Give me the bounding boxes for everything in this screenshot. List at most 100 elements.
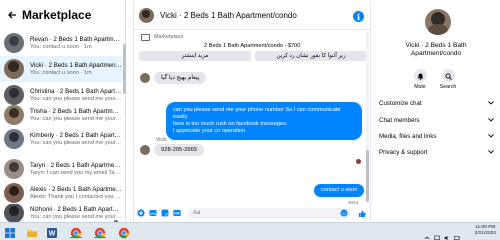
back-arrow-icon[interactable] — [6, 9, 18, 21]
conversation-item[interactable]: Alexis · 2 Beds 1 Bath Apartment/co... A… — [0, 180, 124, 206]
incoming-message-row: پیغام بھیج دیا گیا — [140, 72, 207, 84]
conversation-last-message: You: contact u soon · 1m — [30, 44, 92, 50]
chat-title[interactable]: Vicki · 2 Beds 1 Bath Apartment/condo — [160, 11, 297, 20]
conversation-list-header: Marketplace — [0, 0, 125, 30]
conversation-name: Kimberly · 2 Beds 1 Bath Apartment/... — [30, 132, 122, 139]
outgoing-message-row: contact u soon — [314, 184, 365, 197]
message-input[interactable] — [189, 207, 350, 219]
profile-avatar[interactable] — [425, 9, 451, 35]
chat-header: Vicki · 2 Beds 1 Bath Apartment/condo i — [134, 2, 370, 30]
mute-button[interactable]: Mute — [408, 69, 432, 90]
conversation-item[interactable]: Trisha · 2 Beds 1 Bath Apartment/co... Y… — [0, 102, 124, 128]
system-clock[interactable]: 11:00 PM 2/21/2022 — [475, 225, 496, 237]
conversation-name: Trisha · 2 Beds 1 Bath Apartment/co... — [30, 108, 122, 115]
quick-reply-chip[interactable]: زیر آئنوا کا بقور نشان رد کریں — [255, 51, 367, 61]
like-icon[interactable] — [358, 209, 366, 217]
chat-scrollbar[interactable] — [366, 32, 369, 202]
avatar — [4, 129, 24, 149]
conversation-name: Vicki · 2 Beds 1 Bath Apartment/co... — [30, 62, 122, 69]
section-media-files-links[interactable]: Media, files and links — [379, 130, 495, 142]
conversation-list-panel: Marketplace Revan · 2 Beds 1 Bath Apartm… — [0, 0, 126, 222]
windows-start-icon[interactable] — [4, 226, 16, 238]
search-button[interactable]: Search — [436, 69, 460, 90]
outgoing-message[interactable]: can you please send me your phone number… — [166, 102, 362, 140]
avatar — [4, 183, 24, 203]
info-icon[interactable]: i — [353, 11, 364, 22]
gif-icon[interactable]: GIF — [173, 209, 181, 217]
section-label: Privacy & support — [379, 148, 428, 156]
plus-icon[interactable] — [137, 209, 145, 217]
avatar — [4, 159, 24, 179]
chrome-icon[interactable] — [118, 226, 130, 239]
svg-text:GIF: GIF — [174, 212, 180, 216]
incoming-message[interactable]: پیغام بھیج دیا گیا — [154, 72, 207, 84]
outgoing-message[interactable]: contact u soon — [314, 184, 365, 197]
emoji-icon[interactable] — [340, 209, 348, 217]
chevron-down-icon — [487, 148, 495, 156]
section-label: Chat members — [379, 116, 420, 124]
chrome-icon[interactable] — [94, 226, 106, 239]
sender-avatar — [140, 145, 150, 155]
quick-reply-chips: مزید اینشتر زیر آئنوا کا بقور نشان رد کر… — [139, 51, 367, 61]
section-label: Media, files and links — [379, 132, 437, 140]
battery-icon[interactable] — [454, 228, 460, 240]
listing-title[interactable]: 2 Beds 1 Bath Apartment/condo · $700 — [204, 43, 300, 49]
photo-icon[interactable] — [149, 209, 157, 217]
conversation-name: Alexis · 2 Beds 1 Bath Apartment/co... — [30, 186, 122, 193]
tray-chevron-icon[interactable] — [424, 228, 430, 240]
profile-name: Vicki · 2 Beds 1 Bath Apartment/condo — [372, 42, 500, 58]
profile-name-line: Vicki · 2 Beds 1 Bath — [405, 42, 467, 49]
chat-panel: Vicki · 2 Beds 1 Bath Apartment/condo i … — [133, 2, 371, 222]
active-app-indicator — [70, 236, 82, 238]
message-line: I appriciate your co operation — [173, 128, 246, 134]
conversation-item[interactable]: Kimberly · 2 Beds 1 Bath Apartment/... Y… — [0, 126, 124, 152]
profile-name-line: Apartment/condo — [410, 50, 462, 57]
conversation-last-message: You: can you please send me your ... · 8… — [30, 214, 122, 220]
word-icon[interactable]: W — [46, 226, 58, 238]
mute-label: Mute — [414, 84, 426, 90]
sender-avatar — [140, 73, 150, 83]
active-app-indicator — [94, 236, 106, 238]
message-line: here is too much rush on facebook messeg… — [173, 121, 288, 127]
conversation-item[interactable]: Revan · 2 Beds 1 Bath Apartment/... You:… — [0, 30, 124, 56]
incoming-message-row: 928-205-2665 — [140, 144, 205, 156]
volume-icon[interactable] — [444, 228, 450, 240]
conversation-name: Revan · 2 Beds 1 Bath Apartment/... — [30, 36, 122, 43]
seen-indicator-icon — [356, 159, 361, 164]
conversation-item[interactable]: Taryn · 2 Beds 1 Bath Apartment/con... T… — [0, 156, 124, 182]
chat-scrollbar-thumb[interactable] — [366, 150, 369, 202]
chat-avatar[interactable] — [139, 8, 154, 23]
chevron-down-icon — [487, 132, 495, 140]
network-icon[interactable] — [434, 228, 440, 240]
panel-title: Marketplace — [22, 8, 92, 22]
avatar — [4, 105, 24, 125]
conversation-name: Nizhonii · 2 Beds 1 Bath Apartment/... — [30, 206, 122, 213]
message-line: can you please send me your phone number… — [173, 107, 341, 120]
conversation-list-scrollbar[interactable] — [123, 44, 126, 94]
chat-info-panel: Vicki · 2 Beds 1 Bath Apartment/condo Mu… — [372, 2, 500, 222]
sender-name: Vicki — [156, 137, 167, 143]
conversation-last-message: Alexis: Thank you I contacted you b... ·… — [30, 194, 122, 200]
quick-reply-chip[interactable]: مزید اینشتر — [139, 51, 251, 61]
sticker-icon[interactable] — [161, 209, 169, 217]
section-privacy-support[interactable]: Privacy & support — [379, 146, 495, 158]
avatar — [4, 33, 24, 53]
message-composer: GIF — [134, 204, 370, 222]
conversation-last-message: Taryn: I can send you my email Ta... · 7… — [30, 170, 122, 176]
conversation-last-message: You: contact u soon · 1m — [30, 70, 92, 76]
search-label: Search — [439, 84, 457, 90]
section-customize-chat[interactable]: Customize chat — [379, 97, 495, 109]
conversation-last-message: You: can you please send me your ... · 5… — [30, 140, 122, 146]
incoming-message[interactable]: 928-205-2665 — [154, 144, 205, 156]
conversation-item[interactable]: Nizhonii · 2 Beds 1 Bath Apartment/... Y… — [0, 204, 124, 222]
message-thread: پیغام بھیج دیا گیا can you please send m… — [134, 66, 370, 206]
conversation-name: Taryn · 2 Beds 1 Bath Apartment/con... — [30, 162, 122, 169]
search-icon — [444, 67, 452, 85]
file-explorer-icon[interactable] — [26, 226, 38, 238]
conversation-name: Christina · 2 Beds 1 Bath Apartment/... — [30, 88, 122, 95]
chrome-icon[interactable] — [70, 226, 82, 239]
avatar — [4, 204, 24, 222]
bell-icon — [417, 67, 424, 85]
section-chat-members[interactable]: Chat members — [379, 114, 495, 126]
conversation-item-active[interactable]: Vicki · 2 Beds 1 Bath Apartment/co... Yo… — [0, 56, 124, 82]
